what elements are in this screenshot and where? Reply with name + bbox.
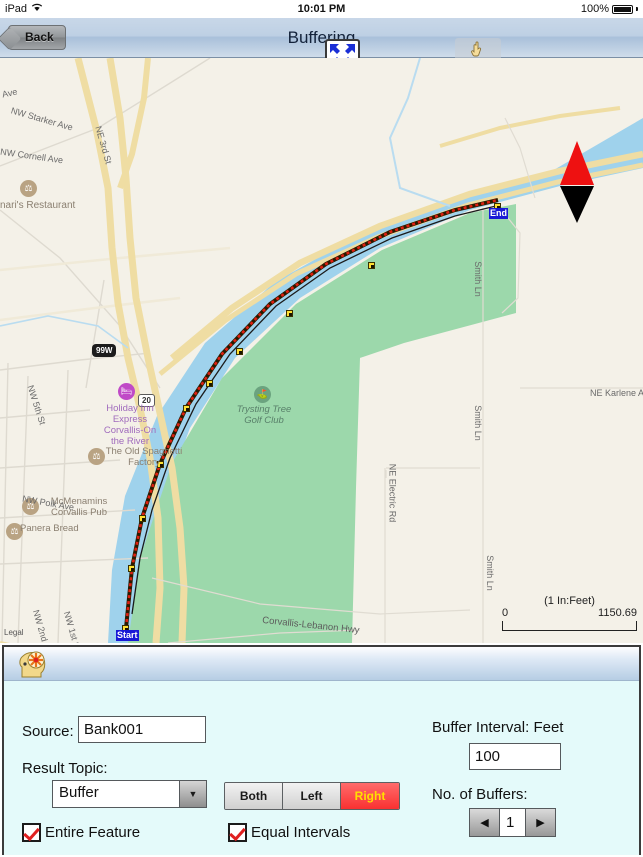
panel-header (4, 647, 639, 681)
equal-intervals-checkbox[interactable] (228, 823, 247, 842)
buffering-panel: Source: Bank001 Result Topic: Buffer ▼ E… (2, 645, 641, 855)
equal-intervals-label: Equal Intervals (251, 824, 351, 841)
no-of-buffers-stepper[interactable]: ◀ 1 ▶ (469, 808, 556, 837)
panel-body: Source: Bank001 Result Topic: Buffer ▼ E… (4, 681, 639, 855)
route-shield-20: 20 (138, 394, 155, 407)
line-vertex[interactable] (157, 461, 164, 468)
segment-left[interactable]: Left (283, 783, 341, 809)
chevron-down-icon: ▼ (179, 781, 206, 807)
result-topic-label: Result Topic: (22, 760, 108, 777)
legal-label[interactable]: Legal (4, 628, 24, 637)
poi-icon-golf: ⛳ (254, 386, 271, 403)
back-button[interactable]: Back (8, 25, 66, 50)
segment-right[interactable]: Right (341, 783, 399, 809)
equal-intervals-checkbox-row[interactable]: Equal Intervals (228, 823, 350, 842)
source-label: Source: (22, 723, 74, 740)
poi-icon-restaurant: ⚖ (22, 498, 39, 515)
buffer-interval-label: Buffer Interval: Feet (432, 719, 564, 736)
head-brain-crosshair-icon (16, 649, 50, 684)
result-topic-dropdown[interactable]: Buffer ▼ (52, 780, 207, 808)
line-vertex[interactable] (286, 310, 293, 317)
buffer-interval-input[interactable]: 100 (469, 743, 561, 770)
line-vertex[interactable] (236, 348, 243, 355)
status-bar-right: 100% (581, 0, 638, 18)
scale-bar: (1 In:Feet) 0 1150.69 (502, 595, 637, 631)
map-canvas[interactable]: Start End 99W 20 ⚖ 🛏 ⚖ ⚖ ⚖ ⛳ nari's Rest… (0, 58, 643, 643)
triangle-left-icon[interactable]: ◀ (470, 809, 499, 836)
scale-units-label: (1 In:Feet) (544, 595, 595, 607)
line-vertex[interactable] (128, 565, 135, 572)
line-vertex[interactable] (139, 515, 146, 522)
north-arrow-icon (556, 139, 598, 225)
poi-icon-restaurant: ⚖ (6, 523, 23, 540)
entire-feature-label: Entire Feature (45, 824, 141, 841)
line-end-marker[interactable]: End (489, 208, 508, 219)
poi-icon-restaurant: ⚖ (88, 448, 105, 465)
scale-min-label: 0 (502, 607, 509, 619)
source-input[interactable]: Bank001 (78, 716, 206, 743)
battery-cap (636, 7, 638, 11)
scale-max-label: 1150.69 (598, 607, 637, 619)
status-bar-time: 10:01 PM (297, 3, 346, 15)
line-vertex[interactable] (183, 405, 190, 412)
entire-feature-checkbox-row[interactable]: Entire Feature (22, 823, 140, 842)
buffer-side-segmented-control[interactable]: Both Left Right (224, 782, 400, 810)
page-title: Buffering (287, 28, 356, 47)
battery-icon (612, 4, 633, 14)
battery-percent-label: 100% (580, 3, 609, 15)
line-start-marker[interactable]: Start (116, 630, 139, 641)
segment-both[interactable]: Both (225, 783, 283, 809)
park-cutout (356, 318, 516, 643)
entire-feature-checkbox[interactable] (22, 823, 41, 842)
line-vertex[interactable] (368, 262, 375, 269)
poi-icon-hotel: 🛏 (118, 383, 135, 400)
no-of-buffers-label: No. of Buffers: (432, 786, 528, 803)
result-topic-value: Buffer (59, 784, 99, 801)
scale-bar-graphic (502, 621, 637, 631)
status-bar: iPad 10:01 PM 100% (0, 0, 643, 18)
line-vertex[interactable] (206, 380, 213, 387)
no-of-buffers-value[interactable]: 1 (499, 809, 526, 836)
route-shield-99w: 99W (92, 344, 117, 357)
app-screen: iPad 10:01 PM 100% Buffering Back Start … (0, 0, 643, 857)
poi-icon-restaurant: ⚖ (20, 180, 37, 197)
navigation-bar: Buffering Back COGO (0, 18, 643, 72)
triangle-right-icon[interactable]: ▶ (526, 809, 555, 836)
